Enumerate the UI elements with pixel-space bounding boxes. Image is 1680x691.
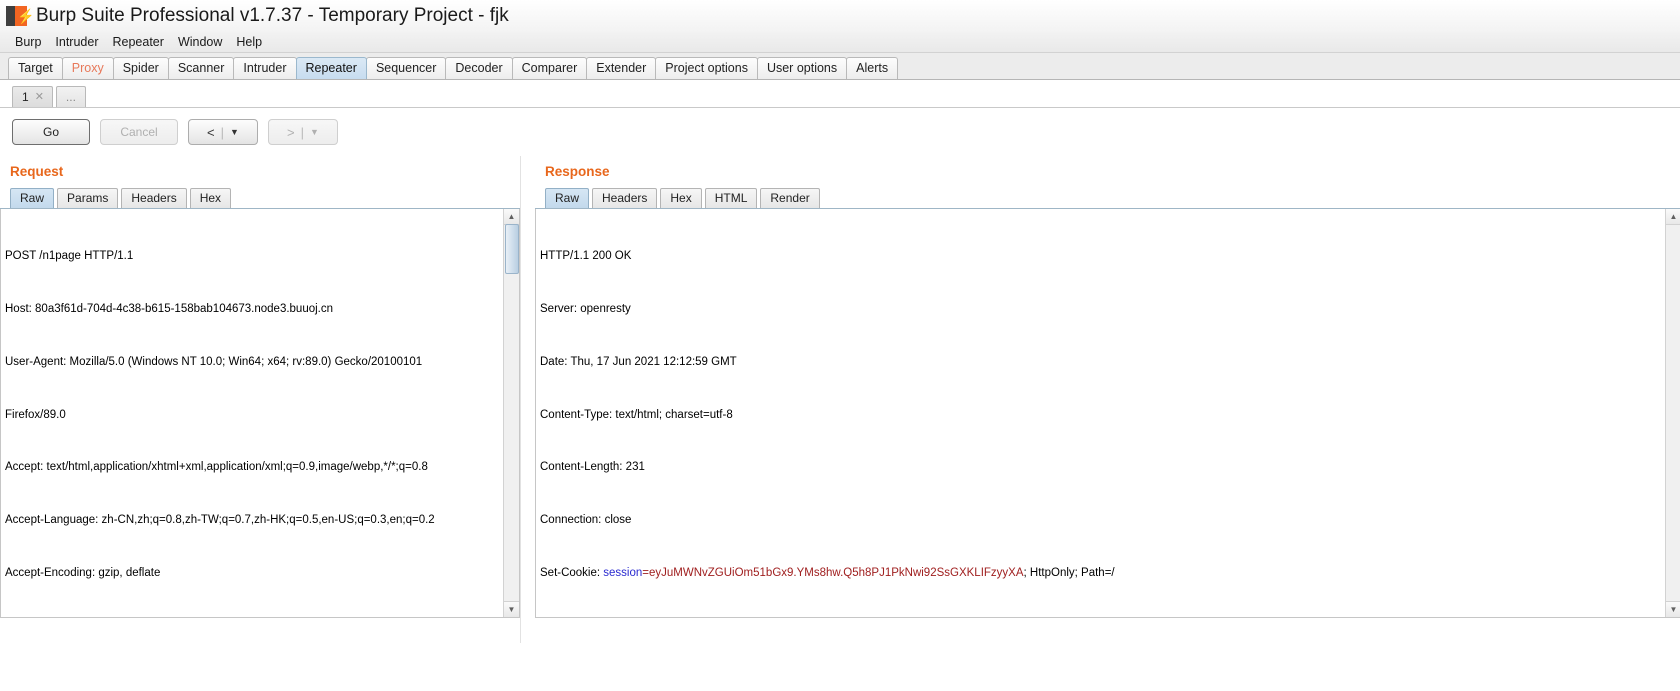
menu-item-window[interactable]: Window — [171, 33, 229, 51]
menu-item-burp[interactable]: Burp — [8, 33, 48, 51]
back-button[interactable]: < | ▼ — [188, 119, 258, 145]
request-line: Accept: text/html,application/xhtml+xml,… — [5, 461, 428, 474]
set-cookie-name: session — [603, 566, 643, 579]
response-scrollbar[interactable]: ▲ ▼ — [1665, 209, 1680, 617]
request-editor[interactable]: POST /n1page HTTP/1.1 Host: 80a3f61d-704… — [0, 209, 520, 618]
tab-sequencer[interactable]: Sequencer — [365, 57, 447, 79]
tab-project-options[interactable]: Project options — [655, 57, 758, 79]
button-separator: | — [300, 124, 305, 140]
set-cookie-label: Set-Cookie: — [540, 566, 604, 579]
scroll-thumb[interactable] — [505, 224, 519, 274]
request-raw-text[interactable]: POST /n1page HTTP/1.1 Host: 80a3f61d-704… — [1, 209, 519, 617]
forward-button: > | ▼ — [268, 119, 338, 145]
title-bar: ⚡ Burp Suite Professional v1.7.37 - Temp… — [0, 0, 1680, 32]
burp-logo-icon: ⚡ — [6, 5, 34, 27]
chevron-down-icon[interactable]: ▼ — [230, 127, 239, 137]
response-tab-headers[interactable]: Headers — [592, 188, 658, 208]
response-raw-text[interactable]: HTTP/1.1 200 OK Server: openresty Date: … — [536, 209, 1680, 617]
request-tab-hex[interactable]: Hex — [189, 188, 232, 208]
repeater-tab-label: 1 — [22, 90, 29, 104]
request-line: Host: 80a3f61d-704d-4c38-b615-158bab1046… — [5, 302, 334, 315]
close-icon[interactable]: ✕ — [35, 87, 44, 107]
tab-decoder[interactable]: Decoder — [445, 57, 513, 79]
response-set-cookie-line: Set-Cookie: session=eyJuMWNvZGUiOm51bGx9… — [540, 565, 1675, 583]
request-pane: Request Raw Params Headers Hex POST /n1p… — [0, 156, 520, 643]
request-line: Accept-Encoding: gzip, deflate — [5, 566, 161, 579]
message-panes: Request Raw Params Headers Hex POST /n1p… — [0, 156, 1680, 643]
tab-target[interactable]: Target — [8, 57, 63, 79]
tab-user-options[interactable]: User options — [756, 57, 848, 79]
chevron-down-icon: ▼ — [310, 127, 319, 137]
repeater-toolbar: Go Cancel < | ▼ > | ▼ — [0, 108, 1680, 156]
request-line: POST /n1page HTTP/1.1 — [5, 250, 134, 263]
menu-item-help[interactable]: Help — [229, 33, 269, 51]
repeater-tab-bar: 1 ✕ ... — [0, 80, 1680, 108]
request-tab-headers[interactable]: Headers — [121, 188, 187, 208]
response-pane: Response Raw Headers Hex HTML Render HTT… — [535, 156, 1680, 643]
request-line: Accept-Language: zh-CN,zh;q=0.8,zh-TW;q=… — [5, 514, 435, 527]
forward-arrow-icon: > — [287, 124, 295, 140]
tab-comparer[interactable]: Comparer — [511, 57, 588, 79]
set-cookie-value: eyJuMWNvZGUiOm51bGx9.YMs8hw.Q5h8PJ1PkNwi… — [649, 566, 1024, 579]
tab-scanner[interactable]: Scanner — [167, 57, 235, 79]
window-title: Burp Suite Professional v1.7.37 - Tempor… — [36, 5, 509, 26]
tab-spider[interactable]: Spider — [112, 57, 169, 79]
request-scrollbar[interactable]: ▲ ▼ — [503, 209, 519, 617]
response-line: Content-Length: 231 — [540, 461, 645, 474]
go-button[interactable]: Go — [12, 119, 90, 145]
menu-bar: Burp Intruder Repeater Window Help — [0, 32, 1680, 53]
back-arrow-icon: < — [207, 124, 215, 140]
request-line: User-Agent: Mozilla/5.0 (Windows NT 10.0… — [5, 355, 423, 368]
response-line: Connection: close — [540, 514, 632, 527]
tab-alerts[interactable]: Alerts — [846, 57, 899, 79]
response-line: Content-Type: text/html; charset=utf-8 — [540, 408, 733, 421]
request-tab-bar: Raw Params Headers Hex — [0, 185, 520, 209]
response-tab-html[interactable]: HTML — [704, 188, 758, 208]
response-tab-bar: Raw Headers Hex HTML Render — [535, 185, 1680, 209]
tab-extender[interactable]: Extender — [586, 57, 657, 79]
main-tab-bar: Target Proxy Spider Scanner Intruder Rep… — [0, 53, 1680, 80]
scroll-up-icon[interactable]: ▲ — [504, 209, 519, 225]
repeater-tab-new[interactable]: ... — [55, 86, 86, 107]
scroll-up-icon[interactable]: ▲ — [1666, 209, 1680, 225]
request-line: Firefox/89.0 — [5, 408, 66, 421]
request-tab-raw[interactable]: Raw — [10, 188, 55, 208]
response-line: HTTP/1.1 200 OK — [540, 250, 632, 263]
response-line: Server: openresty — [540, 302, 631, 315]
response-line: Date: Thu, 17 Jun 2021 12:12:59 GMT — [540, 355, 737, 368]
set-cookie-eq: = — [642, 566, 649, 579]
response-tab-render[interactable]: Render — [760, 188, 820, 208]
menu-item-intruder[interactable]: Intruder — [48, 33, 105, 51]
response-tab-hex[interactable]: Hex — [660, 188, 702, 208]
request-title: Request — [10, 164, 64, 179]
scroll-down-icon[interactable]: ▼ — [504, 601, 519, 617]
response-tab-raw[interactable]: Raw — [545, 188, 590, 208]
request-tab-params[interactable]: Params — [57, 188, 119, 208]
button-separator: | — [220, 124, 225, 140]
response-title: Response — [545, 164, 610, 179]
menu-item-repeater[interactable]: Repeater — [106, 33, 171, 51]
set-cookie-attrs: ; HttpOnly; Path=/ — [1023, 566, 1115, 579]
scroll-down-icon[interactable]: ▼ — [1666, 601, 1680, 617]
tab-repeater[interactable]: Repeater — [295, 57, 367, 79]
pane-divider[interactable] — [520, 156, 535, 643]
cancel-button: Cancel — [100, 119, 178, 145]
tab-intruder[interactable]: Intruder — [233, 57, 297, 79]
repeater-tab-1[interactable]: 1 ✕ — [12, 86, 53, 107]
tab-proxy[interactable]: Proxy — [61, 57, 114, 79]
response-editor[interactable]: HTTP/1.1 200 OK Server: openresty Date: … — [535, 209, 1680, 618]
